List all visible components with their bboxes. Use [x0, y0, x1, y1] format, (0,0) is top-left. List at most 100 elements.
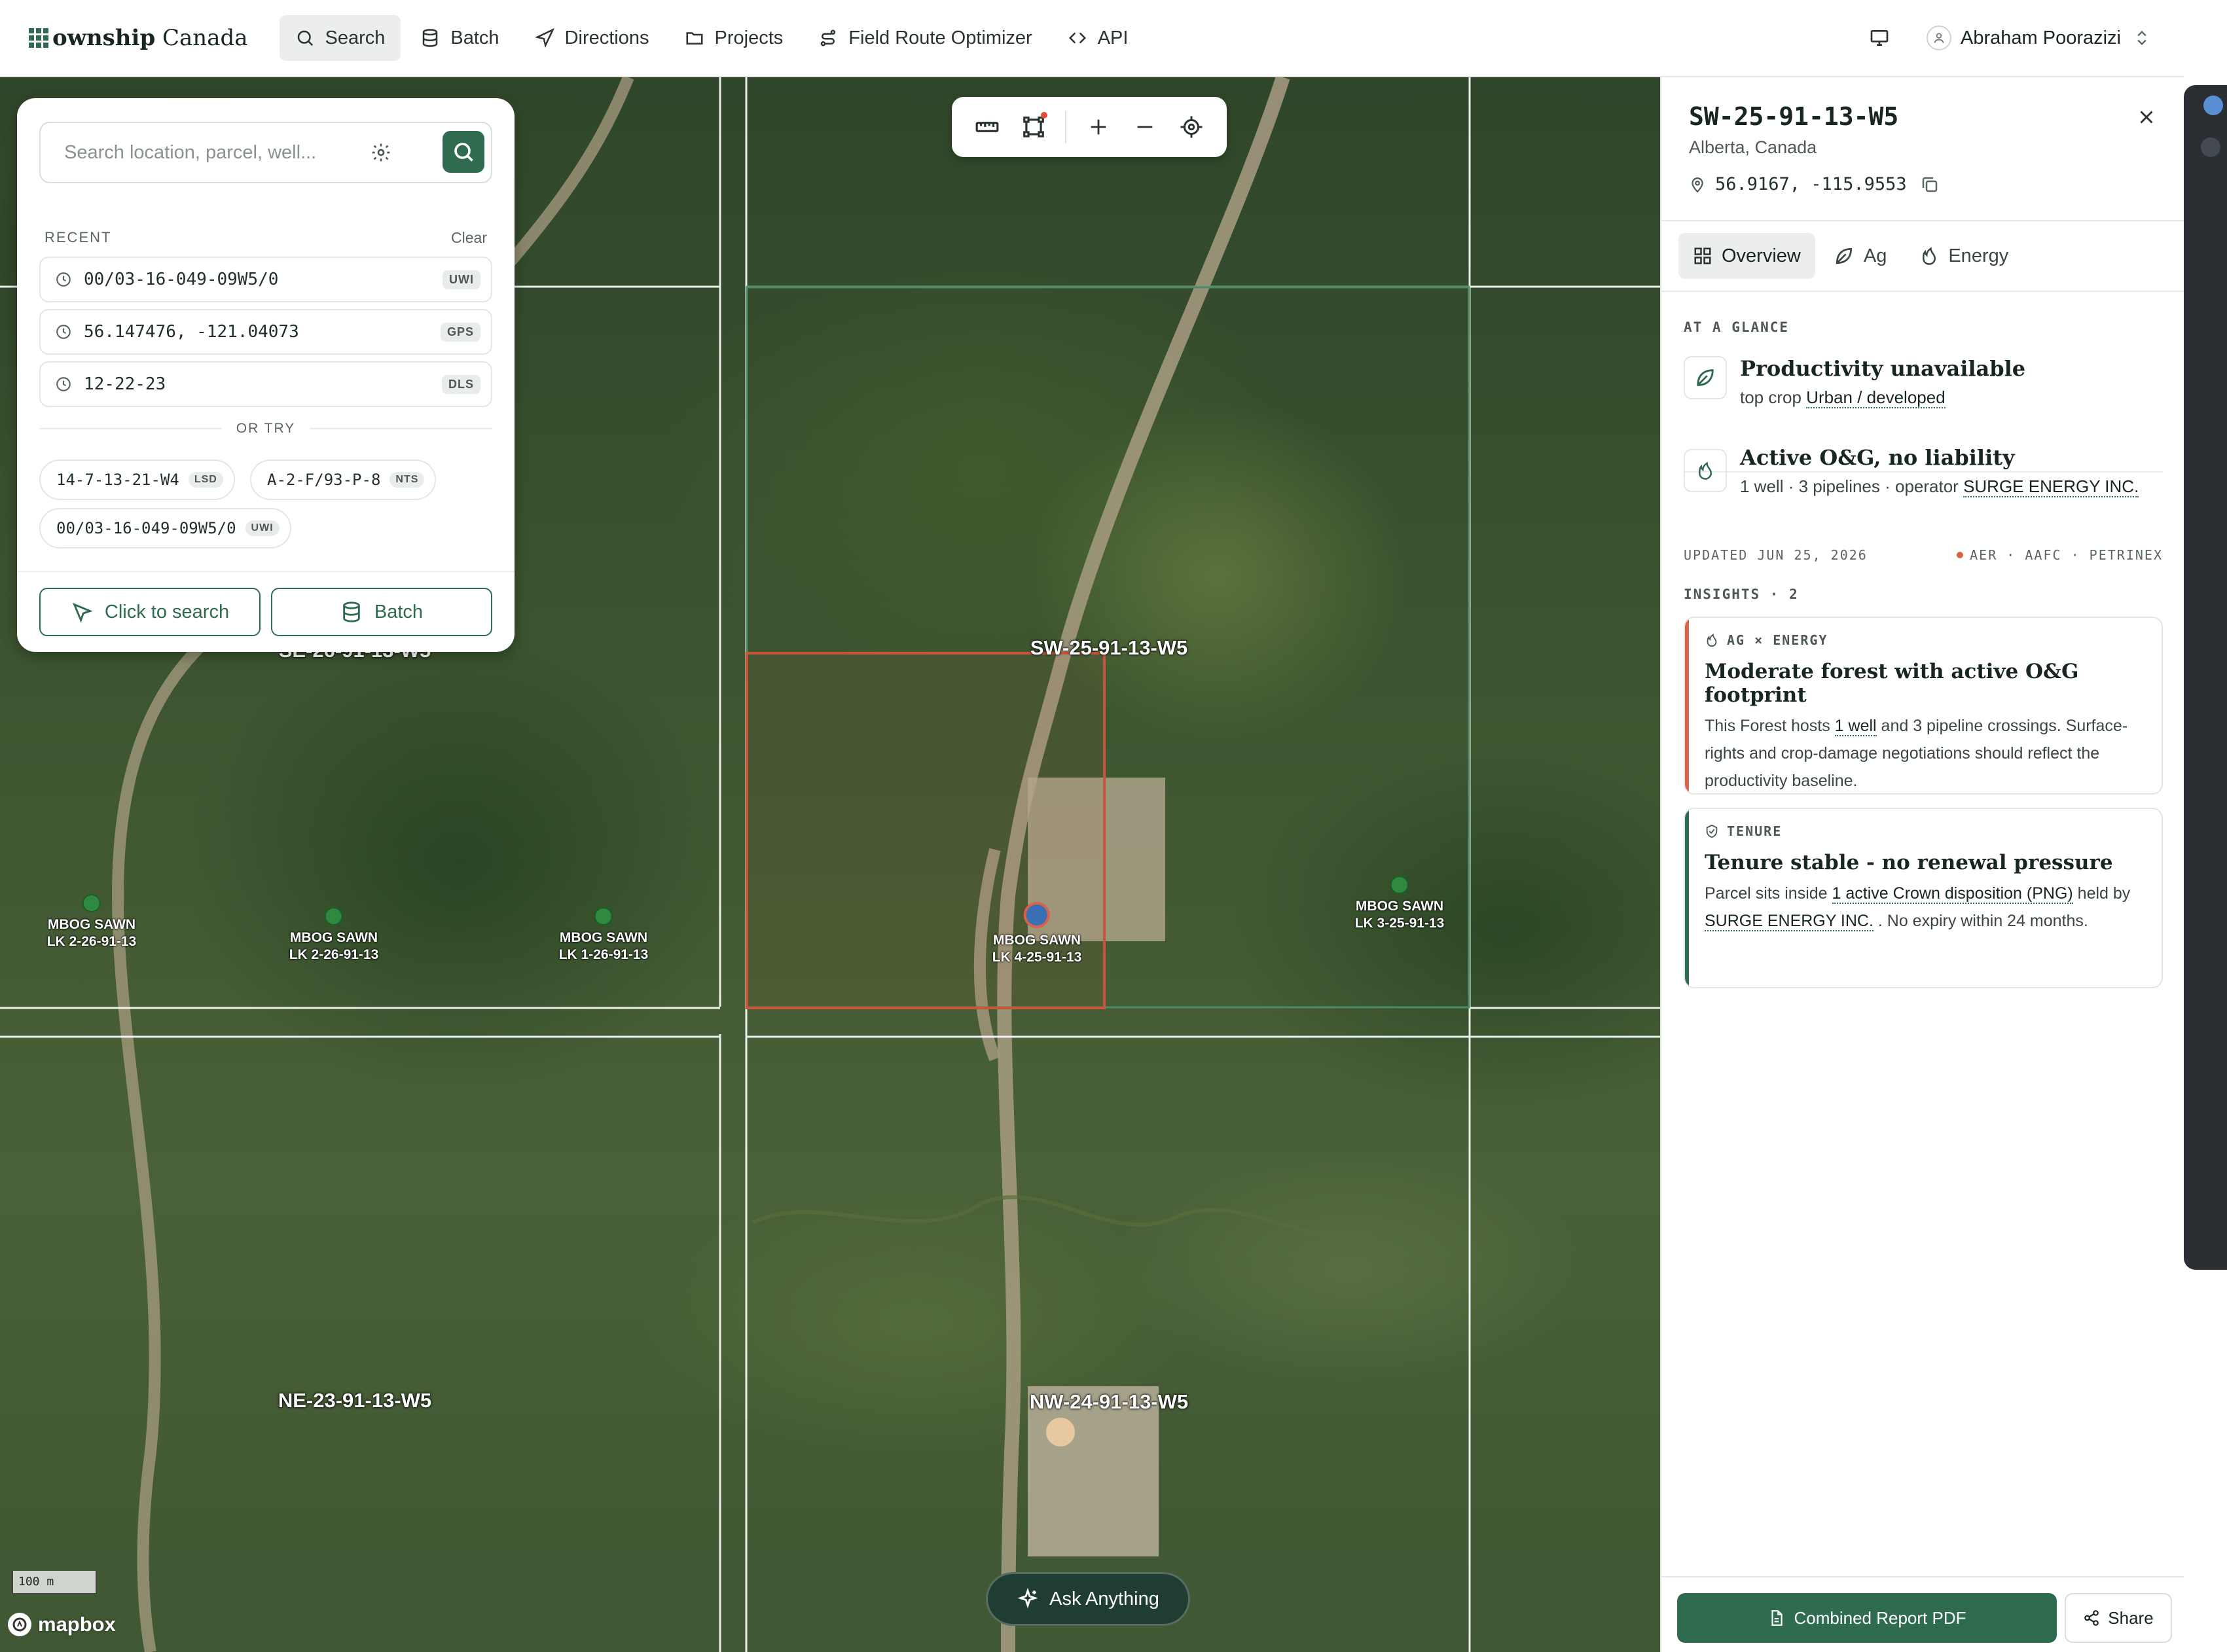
flame-icon [1923, 247, 1936, 265]
parcel-label[interactable]: NW-24-91-13-W5 [1030, 1390, 1188, 1414]
nav-label: Projects [714, 27, 784, 48]
insight-card[interactable]: AG × ENERGY Moderate forest with active … [1684, 617, 2163, 795]
type-badge: UWI [443, 270, 480, 289]
gear-icon[interactable] [371, 142, 391, 163]
well-count-link[interactable]: 1 well [1834, 717, 1877, 736]
measure-button[interactable] [972, 112, 1002, 142]
nav-api[interactable]: API [1052, 15, 1144, 61]
ask-label: Ask Anything [1049, 1588, 1159, 1609]
search-box[interactable] [39, 122, 492, 183]
zoom-in-button[interactable] [1083, 112, 1114, 142]
type-badge: DLS [442, 374, 480, 394]
well-dot-icon [594, 907, 613, 925]
nav-label: Search [325, 27, 386, 48]
app-icon [2203, 96, 2223, 115]
coordinates-value: 56.9167, -115.9553 [1715, 174, 1907, 194]
parcel-label[interactable]: NE-23-91-13-W5 [278, 1389, 431, 1412]
or-try-label: OR TRY [236, 421, 296, 436]
search-input[interactable] [63, 141, 364, 164]
search-card: RECENT Clear 00/03-16-049-09W5/0 UWI 56.… [17, 98, 515, 652]
parcel-title: SW-25-91-13-W5 [1689, 102, 1899, 131]
clear-recent-button[interactable]: Clear [451, 229, 487, 247]
batch-label: Batch [374, 601, 424, 622]
nav-projects[interactable]: Projects [669, 15, 799, 61]
suggestion-chip[interactable]: A-2-F/93-P-8 NTS [250, 459, 437, 500]
well-marker[interactable]: MBOG SAWN LK 2-26-91-13 [46, 894, 137, 950]
batch-button[interactable]: Batch [271, 588, 492, 636]
clock-icon [56, 377, 71, 391]
shield-check-icon [1706, 824, 1718, 838]
well-label: MBOG SAWN LK 4-25-91-13 [992, 933, 1082, 965]
tab-energy[interactable]: Energy [1905, 233, 2023, 279]
glance-title: Productivity unavailable [1740, 356, 2026, 381]
zoom-out-button[interactable] [1130, 112, 1160, 142]
suggestion-chip[interactable]: 14-7-13-21-W4 LSD [39, 459, 235, 500]
route-icon [821, 29, 836, 46]
well-marker-selected[interactable]: MBOG SAWN LK 4-25-91-13 [992, 902, 1082, 966]
type-badge: UWI [245, 520, 280, 536]
clock-icon [56, 272, 71, 287]
well-label: MBOG SAWN LK 1-26-91-13 [558, 930, 649, 962]
parcel-label[interactable]: SW-25-91-13-W5 [1030, 636, 1188, 660]
insight-card[interactable]: TENURE Tenure stable - no renewal pressu… [1684, 808, 2163, 988]
crosshair-icon [1180, 116, 1203, 138]
well-dot-icon [325, 907, 343, 925]
top-crop-link[interactable]: Urban / developed [1806, 387, 1946, 408]
avatar[interactable] [1927, 26, 1951, 50]
clock-icon [56, 325, 71, 339]
draw-polygon-button[interactable] [1019, 112, 1049, 142]
sparkle-icon [1017, 1588, 1038, 1609]
tab-overview[interactable]: Overview [1678, 233, 1815, 279]
nav-batch[interactable]: Batch [405, 15, 515, 61]
recent-item[interactable]: 00/03-16-049-09W5/0 UWI [39, 257, 492, 302]
navigation-arrow-icon [534, 28, 554, 48]
share-button[interactable]: Share [2065, 1593, 2172, 1643]
updated-date: UPDATED JUN 25, 2026 [1684, 547, 1868, 563]
tank [1046, 1418, 1075, 1446]
share-label: Share [2108, 1607, 2154, 1628]
nav-directions[interactable]: Directions [519, 15, 665, 61]
search-submit-button[interactable] [443, 131, 484, 173]
tab-ag[interactable]: Ag [1819, 233, 1901, 279]
copy-icon[interactable] [1920, 175, 1940, 194]
suggestion-value: 00/03-16-049-09W5/0 [56, 519, 236, 537]
updated-row: UPDATED JUN 25, 2026 AER · AAFC · PETRIN… [1684, 547, 2163, 563]
recent-item[interactable]: 12-22-23 DLS [39, 361, 492, 407]
flame-icon [1707, 634, 1717, 647]
plus-icon [1091, 119, 1106, 135]
ruler-icon [975, 122, 999, 132]
close-icon[interactable] [2135, 106, 2158, 128]
logo[interactable]: ownship Canada [29, 25, 248, 51]
click-to-search-button[interactable]: Click to search [39, 588, 261, 636]
monitor-icon[interactable] [1869, 27, 1890, 48]
insights-heading: INSIGHTS · 2 [1684, 586, 1799, 602]
chevron-up-down-icon[interactable] [2133, 29, 2151, 47]
locate-button[interactable] [1176, 112, 1206, 142]
ask-anything-button[interactable]: Ask Anything [986, 1572, 1190, 1626]
operator-link[interactable]: SURGE ENERGY INC. [1963, 476, 2139, 497]
flame-icon [1698, 461, 1712, 480]
nav-label: API [1097, 27, 1129, 48]
scale-bar: 100 m [12, 1571, 97, 1594]
or-try-divider: OR TRY [39, 419, 493, 439]
well-marker[interactable]: MBOG SAWN LK 3-25-91-13 [1355, 876, 1444, 932]
well-marker[interactable]: MBOG SAWN LK 1-26-91-13 [558, 907, 649, 963]
notification-dot [1040, 112, 1047, 118]
insight-body: . No expiry within 24 months. [1873, 912, 2088, 930]
nav-search[interactable]: Search [279, 15, 401, 61]
disposition-link[interactable]: 1 active Crown disposition (PNG) [1832, 884, 2073, 904]
well-label: MBOG SAWN LK 2-26-91-13 [46, 917, 137, 949]
document-icon [1771, 1610, 1783, 1626]
nav-field-route-optimizer[interactable]: Field Route Optimizer [803, 15, 1047, 61]
combined-report-pdf-button[interactable]: Combined Report PDF [1677, 1593, 2057, 1643]
status-dot-icon [1957, 552, 1964, 558]
insight-body: Parcel sits inside [1705, 884, 1832, 903]
insight-title: Tenure stable - no renewal pressure [1705, 851, 2113, 874]
user-name[interactable]: Abraham Poorazizi [1961, 27, 2121, 49]
well-marker[interactable]: MBOG SAWN LK 2-26-91-13 [289, 907, 378, 963]
map-toolbar [952, 97, 1227, 157]
suggestion-chip[interactable]: 00/03-16-049-09W5/0 UWI [39, 508, 291, 548]
mapbox-attribution[interactable]: mapbox [8, 1613, 116, 1636]
holder-link[interactable]: SURGE ENERGY INC. [1705, 912, 1874, 931]
recent-item[interactable]: 56.147476, -121.04073 GPS [39, 309, 492, 355]
